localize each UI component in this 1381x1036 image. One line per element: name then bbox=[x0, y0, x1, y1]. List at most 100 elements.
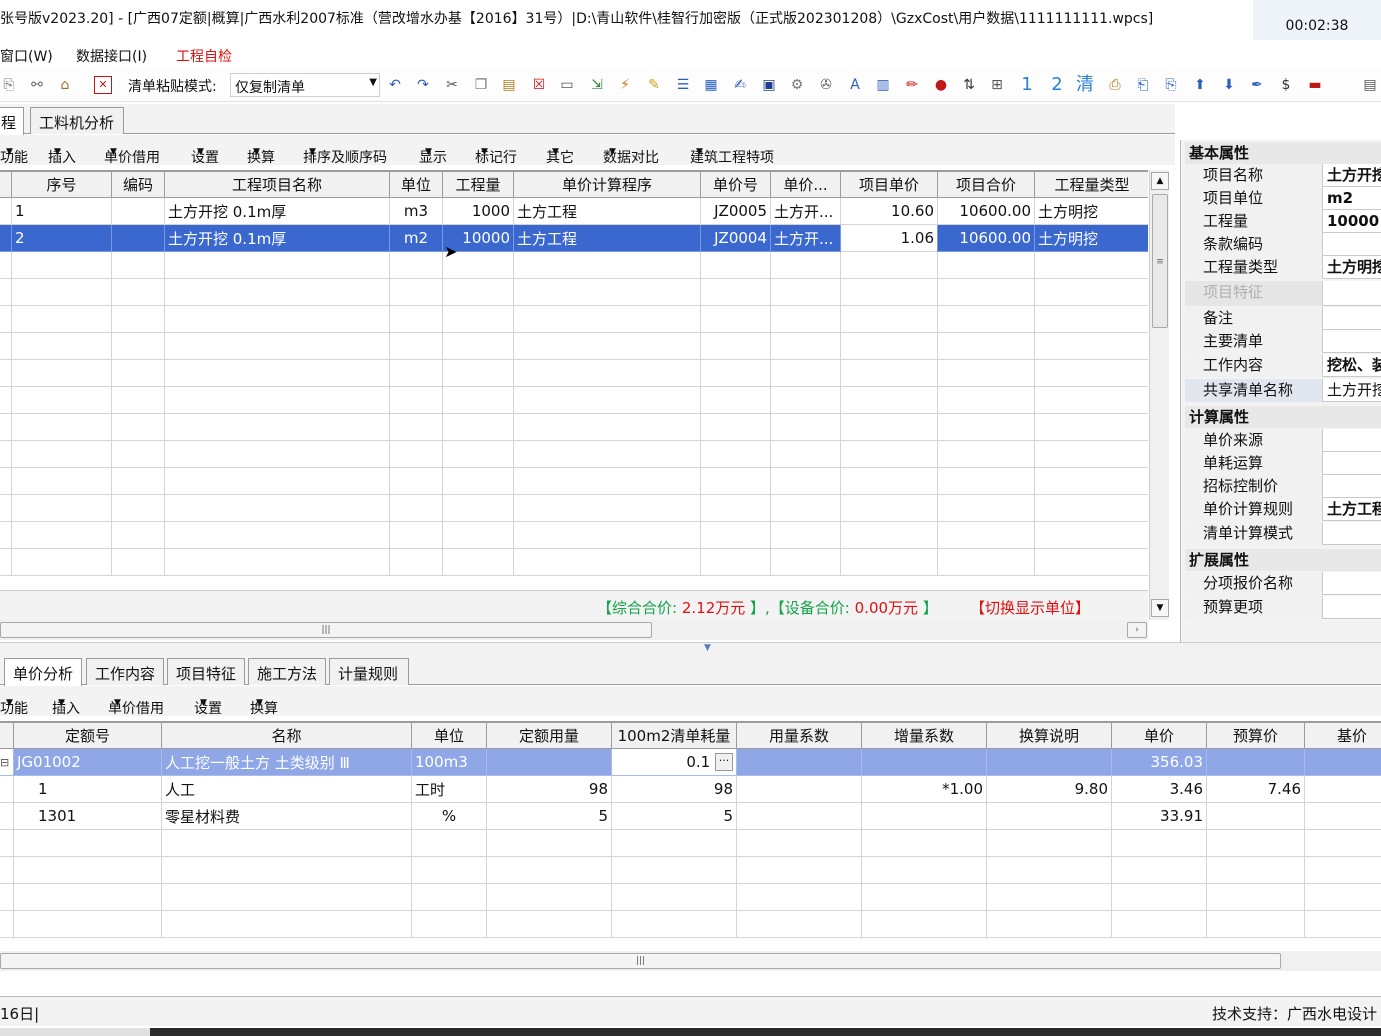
cell-quantity[interactable]: 1000 bbox=[442, 197, 514, 225]
more-icon[interactable]: ▤ bbox=[1361, 76, 1379, 94]
scroll-thumb[interactable]: ≡ bbox=[1152, 194, 1168, 328]
prop-value[interactable]: 10000 bbox=[1327, 210, 1379, 232]
cell-quota-amount[interactable]: 5 bbox=[486, 802, 612, 830]
prop-row[interactable]: 主要清单 bbox=[1185, 330, 1381, 353]
save-icon[interactable]: ▣ bbox=[760, 76, 778, 94]
copy-sheet-icon[interactable]: ⎘ bbox=[0, 76, 18, 94]
empty-row[interactable] bbox=[0, 251, 1148, 279]
empty-row[interactable] bbox=[0, 305, 1148, 333]
panel-splitter[interactable]: ▼ bbox=[0, 642, 1381, 656]
sign-icon[interactable]: ✒ bbox=[1248, 76, 1266, 94]
cell-unit[interactable]: m2 bbox=[389, 224, 443, 252]
prop-value[interactable]: 土方开挖 bbox=[1327, 164, 1381, 186]
cell-code[interactable] bbox=[111, 197, 165, 225]
redo-icon[interactable]: ↷ bbox=[414, 76, 432, 94]
col-quota-name[interactable]: 名称 bbox=[161, 722, 412, 749]
table-row[interactable]: 1 人工 工时 98 98 *1.00 9.80 3.46 7.46 3. bbox=[0, 775, 1381, 803]
cell-quota-no[interactable]: 1 bbox=[13, 775, 162, 803]
col-name[interactable]: 工程项目名称 bbox=[164, 171, 390, 198]
chart-icon[interactable]: ▥ bbox=[874, 76, 892, 94]
col-quota-amount[interactable]: 定额用量 bbox=[486, 722, 612, 749]
col-unit[interactable]: 单位 bbox=[389, 171, 443, 198]
cut-icon[interactable]: ✂ bbox=[443, 76, 461, 94]
prop-value[interactable]: 土方工程 bbox=[1327, 498, 1381, 520]
cell-price-procedure[interactable]: 土方工程 bbox=[513, 197, 701, 225]
tab-measurement-rules[interactable]: 计量规则 bbox=[329, 658, 409, 685]
cell-seq[interactable]: 2 bbox=[11, 224, 112, 252]
cell-name[interactable]: 土方开挖 0.1m厚 bbox=[164, 197, 390, 225]
clear-icon[interactable]: ⚡ bbox=[616, 76, 634, 94]
items-horizontal-scrollbar[interactable]: ||| › bbox=[0, 620, 1148, 640]
tab-price-analysis[interactable]: 单价分析 bbox=[4, 658, 82, 686]
empty-row[interactable] bbox=[0, 548, 1148, 576]
cell-list-consumption[interactable]: 98 bbox=[611, 775, 737, 803]
cell-total-price[interactable]: 10600.00 bbox=[937, 224, 1035, 252]
collapse-icon[interactable]: ⊟ bbox=[0, 748, 14, 776]
col-usage-factor[interactable]: 用量系数 bbox=[736, 722, 862, 749]
empty-row[interactable] bbox=[0, 521, 1148, 549]
paste-mode-select[interactable]: 仅复制清单 ▼ bbox=[230, 73, 380, 97]
hscroll-thumb[interactable]: ||| bbox=[0, 953, 1281, 969]
cell-conversion-note[interactable] bbox=[986, 802, 1112, 830]
cell-price-no[interactable]: JZ0004 bbox=[700, 224, 771, 252]
col-price-no[interactable]: 单价号 bbox=[700, 171, 771, 198]
undo-icon[interactable]: ↶ bbox=[386, 76, 404, 94]
cell-conversion-note[interactable]: 9.80 bbox=[986, 775, 1112, 803]
empty-row[interactable] bbox=[0, 440, 1148, 468]
remove-row-icon[interactable]: ☒ bbox=[530, 76, 548, 94]
col-code[interactable]: 编码 bbox=[111, 171, 165, 198]
brush-icon[interactable]: ✎ bbox=[645, 76, 663, 94]
col-seq[interactable]: 序号 bbox=[11, 171, 112, 198]
prop-row[interactable]: 条款编码 bbox=[1185, 233, 1381, 256]
hscroll-thumb[interactable]: ||| bbox=[0, 622, 652, 638]
prop-row[interactable]: 备注 bbox=[1185, 307, 1381, 330]
cell-code[interactable] bbox=[111, 224, 165, 252]
cell-quota-unit[interactable]: 工时 bbox=[411, 775, 487, 803]
copy-icon[interactable]: ❐ bbox=[472, 76, 490, 94]
book-icon[interactable]: ▭ bbox=[558, 76, 576, 94]
cell-name[interactable]: 土方开挖 0.1m厚 bbox=[164, 224, 390, 252]
cell-quota-name[interactable]: 人工挖一般土方 土类级别 Ⅲ bbox=[161, 748, 412, 776]
prop-row[interactable]: 工程量类型 土方明挖 bbox=[1185, 256, 1381, 279]
cell-quota-name[interactable]: 零星材料费 bbox=[161, 802, 412, 830]
cell-price-name[interactable]: 土方开... bbox=[770, 224, 841, 252]
table-row-selected[interactable]: ⊟ JG01002 人工挖一般土方 土类级别 Ⅲ 100m3 0.1 ··· 3… bbox=[0, 748, 1381, 776]
dollar-icon[interactable]: $ bbox=[1277, 76, 1295, 94]
col-increment-factor[interactable]: 增量系数 bbox=[861, 722, 987, 749]
cell-increment-factor[interactable]: *1.00 bbox=[861, 775, 987, 803]
cell-unit-price[interactable]: 10.60 bbox=[840, 197, 938, 225]
col-list-consumption[interactable]: 100m2清单耗量 bbox=[611, 722, 737, 749]
empty-row[interactable] bbox=[0, 386, 1148, 414]
tab-construction-method[interactable]: 施工方法 bbox=[248, 658, 326, 685]
prop-value[interactable]: 挖松、装 bbox=[1327, 354, 1381, 376]
cell-quantity-type[interactable]: 土方明挖 bbox=[1034, 197, 1148, 225]
paste-icon[interactable]: ▤ bbox=[500, 76, 518, 94]
empty-row[interactable] bbox=[0, 883, 1381, 911]
cell-quantity-type[interactable]: 土方明挖 bbox=[1034, 224, 1148, 252]
export2-icon[interactable]: ⎗ bbox=[1134, 76, 1152, 94]
calc-icon[interactable]: ▦ bbox=[702, 76, 720, 94]
col-quantity-type[interactable]: 工程量类型 bbox=[1034, 171, 1148, 198]
col-budget-price[interactable]: 预算价 bbox=[1206, 722, 1305, 749]
menu-project-check[interactable]: 工程自检 bbox=[176, 46, 232, 66]
cell-budget-price[interactable]: 7.46 bbox=[1206, 775, 1305, 803]
prop-value[interactable]: 土方明挖 bbox=[1327, 256, 1381, 278]
delete-icon[interactable]: ✕ bbox=[94, 76, 112, 94]
prop-row[interactable]: 项目特征 bbox=[1185, 281, 1381, 306]
cell-total-price[interactable]: 10600.00 bbox=[937, 197, 1035, 225]
prop-row[interactable]: 单价来源 bbox=[1185, 429, 1381, 452]
empty-row[interactable] bbox=[0, 856, 1381, 884]
col-quantity[interactable]: 工程量 bbox=[442, 171, 514, 198]
empty-row[interactable] bbox=[0, 494, 1148, 522]
cell-base-price[interactable]: 3. bbox=[1304, 775, 1381, 803]
qing-icon[interactable]: 清 bbox=[1076, 76, 1094, 94]
empty-row[interactable] bbox=[0, 910, 1381, 938]
cell-quota-price[interactable]: 356.03 bbox=[1111, 748, 1207, 776]
cell-price-procedure[interactable]: 土方工程 bbox=[513, 224, 701, 252]
tab-material-analysis[interactable]: 工料机分析 bbox=[30, 107, 124, 134]
tools-icon[interactable]: ✇ bbox=[817, 76, 835, 94]
cell-quota-amount[interactable] bbox=[486, 748, 612, 776]
prop-row[interactable]: 预算更项 bbox=[1185, 596, 1381, 619]
scroll-right-icon[interactable]: › bbox=[1127, 622, 1147, 638]
col-quota-price[interactable]: 单价 bbox=[1111, 722, 1207, 749]
